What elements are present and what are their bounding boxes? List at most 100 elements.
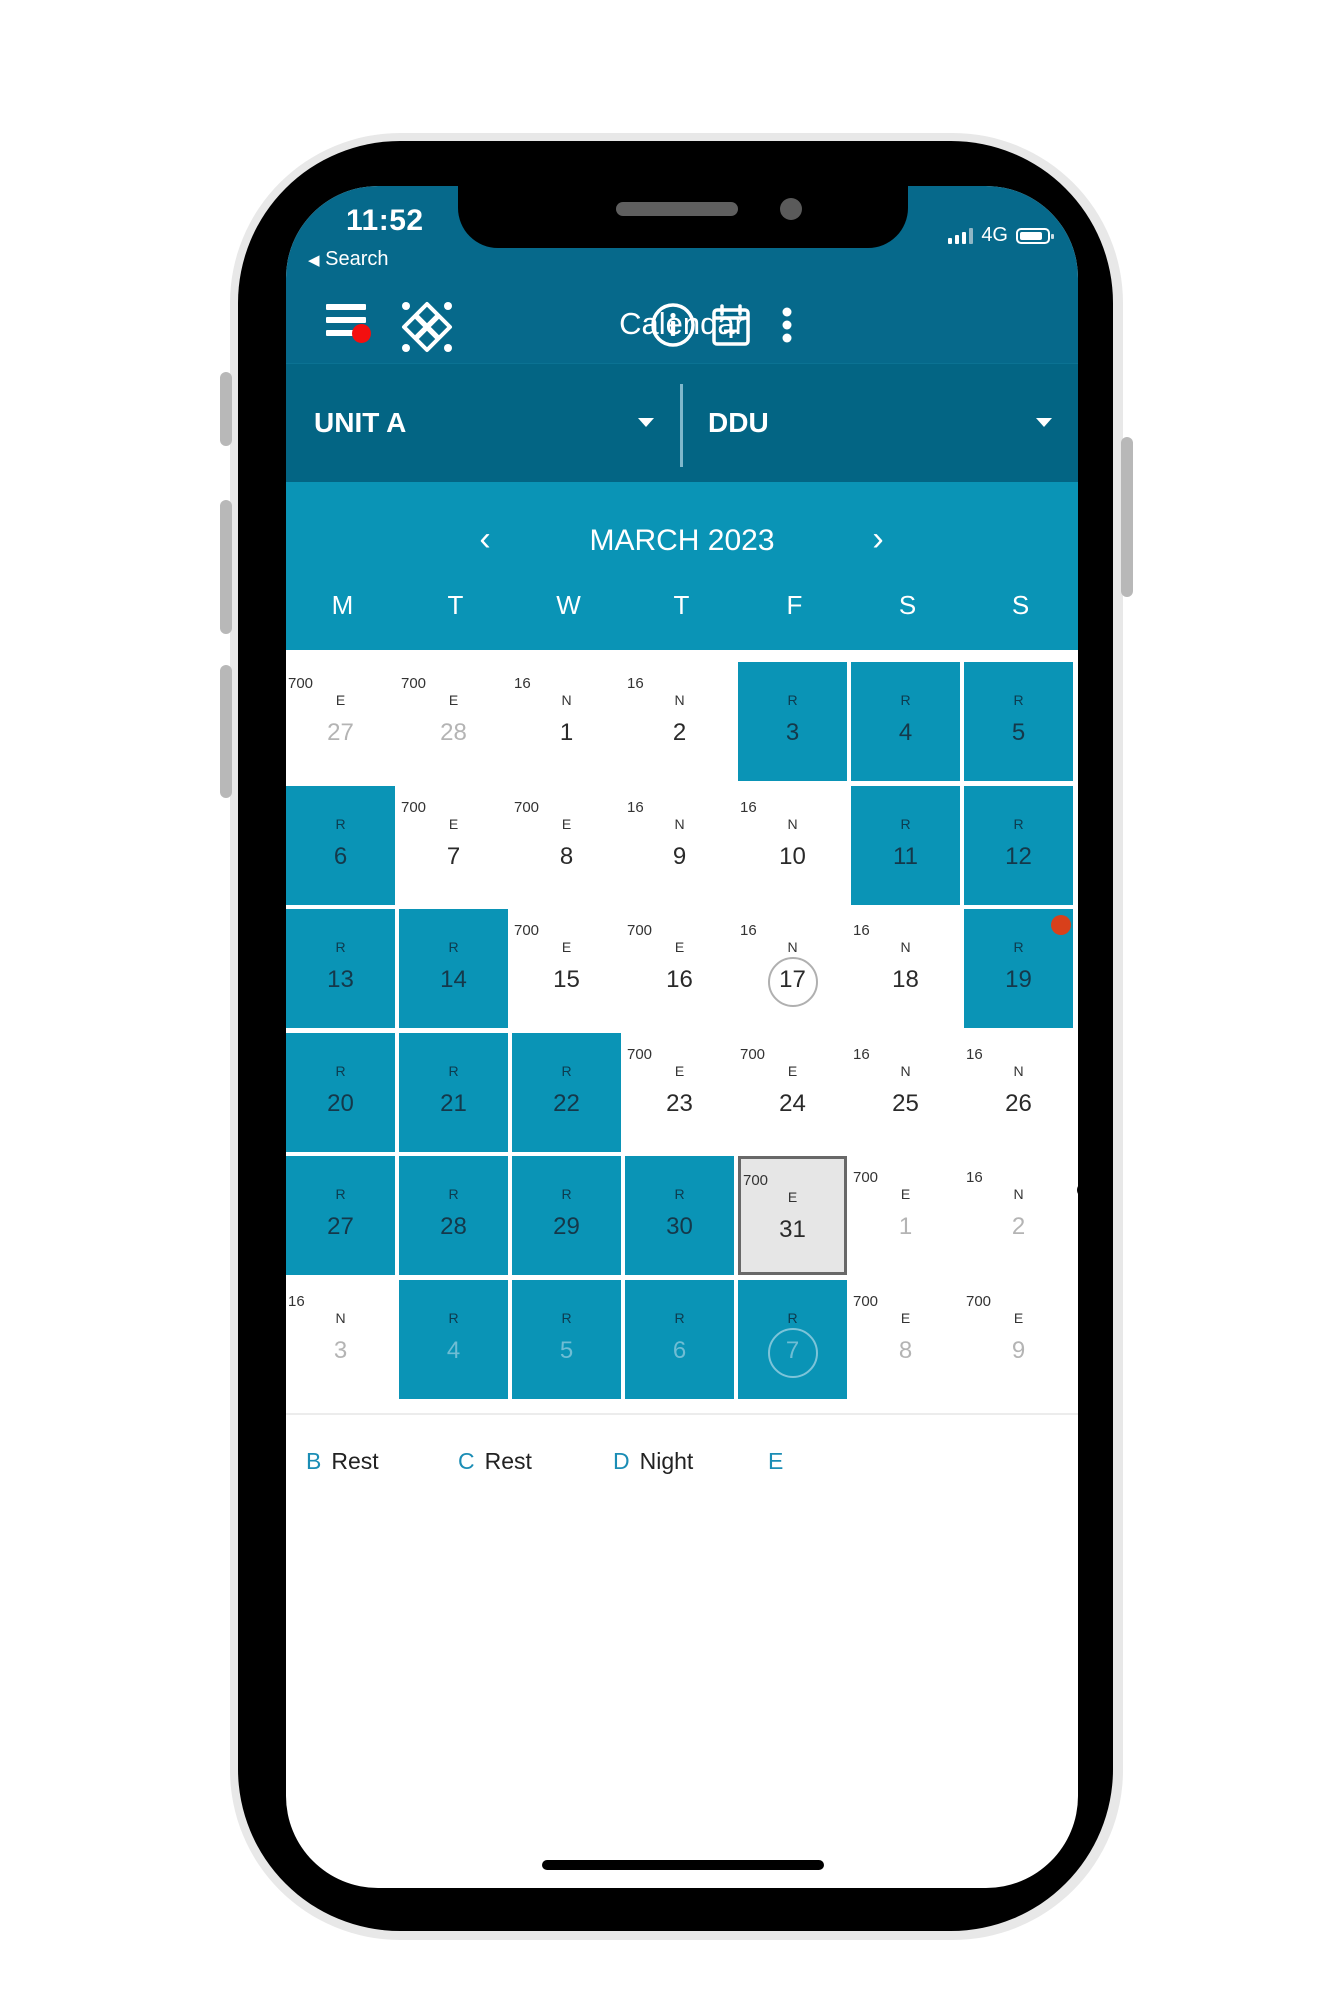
legend-item[interactable]: B Rest <box>306 1448 379 1475</box>
chevron-down-icon <box>638 418 654 427</box>
calendar-day-cell[interactable]: 700 E 9 <box>964 1280 1073 1399</box>
day-number: 1 <box>559 719 574 746</box>
calendar-day-cell[interactable]: R6 <box>286 785 395 905</box>
calendar-day-cell[interactable]: 700 E 31 <box>738 1156 847 1275</box>
weekday-label: W <box>556 590 581 620</box>
shift-code: E <box>674 939 685 955</box>
event-indicator-dot <box>1051 915 1071 935</box>
shift-hours: 16 <box>740 922 757 939</box>
day-number: 5 <box>1011 719 1026 746</box>
calendar-day-cell[interactable]: 700 E 8 <box>512 786 621 905</box>
calendar-day-cell[interactable]: 16 N 3 <box>286 1280 395 1399</box>
shift-hours: 700 <box>627 922 653 939</box>
calendar-day-cell[interactable]: R 14 <box>399 909 508 1028</box>
calendar-day-cell[interactable]: R4 <box>851 662 960 781</box>
shift-code: E <box>448 692 459 708</box>
day-number: 14 <box>440 966 467 993</box>
group-dropdown[interactable]: DDU <box>708 364 1058 482</box>
calendar-day-cell[interactable]: 16 N 18 <box>851 909 960 1028</box>
calendar-day-cell[interactable]: 700 E 27 <box>286 662 395 781</box>
calendar-day-cell[interactable]: 16 N 2 <box>625 662 734 781</box>
legend-key: B <box>306 1448 322 1474</box>
calendar-day-cell[interactable]: R3 <box>738 662 847 781</box>
day-number: 22 <box>553 1089 580 1117</box>
calendar-day-cell[interactable]: 16 N 9 <box>625 786 734 905</box>
shift-hours: 16 <box>966 1045 983 1063</box>
day-number: 2 <box>1011 1213 1026 1240</box>
front-camera <box>780 198 802 220</box>
calendar-day-cell[interactable]: 700 E 23 <box>625 1033 734 1152</box>
shift-code: R <box>787 692 798 708</box>
calendar-day-cell[interactable]: 700 E 7 <box>399 786 508 905</box>
weekday-label: F <box>786 590 803 620</box>
calendar-day-cell[interactable]: R 28 <box>399 1156 508 1275</box>
calendar-day-cell[interactable]: R 11 <box>851 785 960 905</box>
legend-item[interactable]: C Rest <box>458 1448 532 1475</box>
day-number: 8 <box>898 1336 913 1364</box>
shift-code: N <box>335 1309 346 1326</box>
calendar-day-cell[interactable]: R5 <box>512 1279 621 1399</box>
shift-hours: 16 <box>853 1045 870 1063</box>
calendar-day-cell[interactable]: R 12 <box>964 785 1073 905</box>
day-number: 7 <box>446 842 461 870</box>
calendar-day-cell[interactable]: 700 E 28 <box>399 662 508 781</box>
calendar-day-cell[interactable]: 700 E 15 <box>512 909 621 1028</box>
next-month-button[interactable]: › <box>853 514 903 564</box>
menu-button[interactable] <box>326 304 371 343</box>
calendar-day-cell[interactable]: 16 N 10 <box>738 786 847 905</box>
calendar-day-cell[interactable]: R5 <box>964 662 1073 781</box>
info-button[interactable] <box>648 300 698 350</box>
shift-hours: 700 <box>966 1292 992 1310</box>
legend-item[interactable]: E <box>768 1448 793 1475</box>
back-to-search-link[interactable]: ◀ Search <box>308 248 388 271</box>
shift-code: E <box>900 1309 911 1326</box>
unit-dropdown-value: UNIT A <box>314 407 407 438</box>
chevron-right-icon: › <box>872 519 884 558</box>
shift-code: R <box>1013 815 1024 832</box>
shift-code: E <box>335 692 346 708</box>
calendar-day-cell[interactable]: 700 E 1 <box>851 1156 960 1275</box>
calendar-day-cell[interactable]: R 30 <box>625 1156 734 1275</box>
calendar-day-cell[interactable]: 16 N 17 <box>738 909 847 1028</box>
unit-dropdown[interactable]: UNIT A <box>314 364 664 482</box>
day-number: 7 <box>785 1336 800 1364</box>
calendar-day-cell[interactable]: R 13 <box>286 909 395 1028</box>
day-number: 25 <box>892 1089 919 1117</box>
group-dropdown-value: DDU <box>708 407 769 438</box>
calendar-day-cell[interactable]: R7 <box>738 1279 847 1399</box>
more-options-button[interactable] <box>762 300 812 350</box>
calendar-day-cell[interactable]: R 22 <box>512 1032 621 1152</box>
legend-item[interactable]: D Night <box>613 1448 693 1475</box>
home-indicator[interactable] <box>542 1860 824 1870</box>
volume-up-button <box>220 500 232 634</box>
shift-code: R <box>561 1309 572 1326</box>
shift-code: E <box>674 1062 685 1079</box>
legend-divider <box>286 1413 1078 1415</box>
add-calendar-button[interactable] <box>706 300 756 350</box>
calendar-day-cell[interactable]: R 27 <box>286 1156 395 1275</box>
calendar-day-cell[interactable]: R 21 <box>399 1032 508 1152</box>
calendar-day-cell[interactable]: 16 N 25 <box>851 1033 960 1152</box>
day-number: 12 <box>1005 842 1032 870</box>
weekday-label: S <box>1011 590 1030 620</box>
calendar-day-cell[interactable]: 16 N 26 <box>964 1033 1073 1152</box>
calendar-day-cell[interactable]: R 19 <box>964 909 1073 1028</box>
signal-strength-icon <box>948 227 974 244</box>
day-number: 20 <box>327 1089 354 1117</box>
shift-code: E <box>900 1186 911 1202</box>
calendar-day-cell[interactable]: R6 <box>625 1279 734 1399</box>
calendar-day-cell[interactable]: 16 N 1 <box>512 662 621 781</box>
shift-code: N <box>674 815 685 832</box>
calendar-day-cell[interactable]: 700 E 16 <box>625 909 734 1028</box>
calendar-day-cell[interactable]: R 29 <box>512 1156 621 1275</box>
calendar-day-cell[interactable]: 700 E 8 <box>851 1280 960 1399</box>
shift-hours: 700 <box>514 922 540 939</box>
month-title: MARCH 2023 <box>589 524 775 557</box>
calendar-day-cell[interactable]: 16 N 2 <box>964 1156 1078 1275</box>
shift-code: N <box>1013 1186 1024 1202</box>
calendar-day-cell[interactable]: 700 E 24 <box>738 1033 847 1152</box>
calendar-day-cell[interactable]: R4 <box>399 1279 508 1399</box>
event-indicator-dot <box>1077 1182 1078 1198</box>
calendar-day-cell[interactable]: R 20 <box>286 1032 395 1152</box>
day-number: 6 <box>672 1336 687 1364</box>
